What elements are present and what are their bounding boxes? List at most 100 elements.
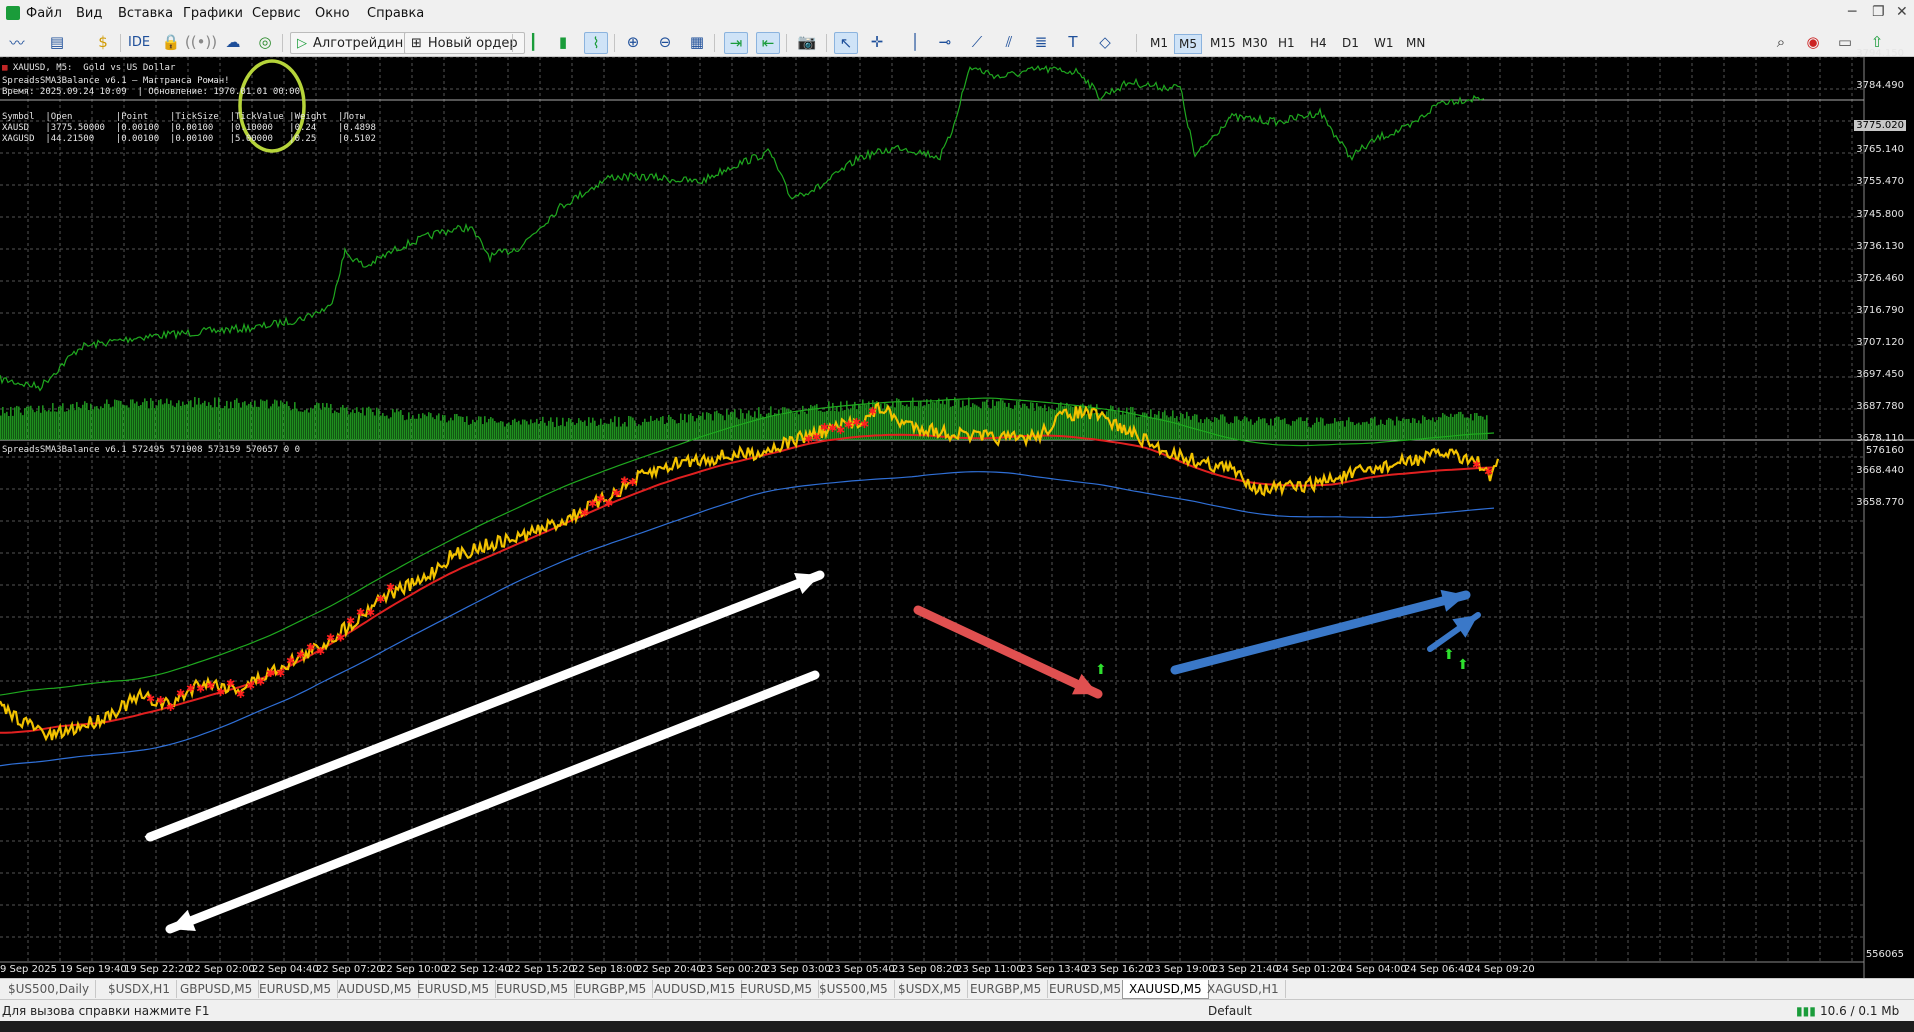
- algotrading-label: Алготрейдинг: [313, 35, 411, 51]
- volume-bar: [1328, 423, 1330, 440]
- tf-d1[interactable]: D1: [1338, 34, 1363, 52]
- chart-tab[interactable]: GBPUSD,M5: [174, 980, 260, 998]
- volume-bar: [1168, 417, 1170, 440]
- volume-bar: [734, 409, 736, 440]
- volume-bar: [84, 401, 86, 440]
- screenshot-icon[interactable]: 📷: [796, 32, 818, 52]
- restore-icon[interactable]: ❐: [1872, 4, 1885, 20]
- volume-bar: [1314, 422, 1316, 440]
- volume-bar: [360, 413, 362, 440]
- lock-icon[interactable]: 🔒: [160, 32, 182, 52]
- volume-bar: [1340, 420, 1342, 440]
- bar-chart-icon[interactable]: ┃: [522, 32, 544, 52]
- market-icon[interactable]: $: [92, 32, 114, 52]
- volume-bar: [424, 414, 426, 440]
- minimize-icon[interactable]: ─: [1848, 4, 1856, 20]
- crosshair-icon[interactable]: ✛: [866, 32, 888, 52]
- chart-tab[interactable]: EURUSD,M5: [490, 980, 576, 998]
- volume-bar: [1152, 417, 1154, 440]
- chart-tab[interactable]: AUDUSD,M5: [332, 980, 419, 998]
- volume-bar: [1370, 418, 1372, 440]
- menu-insert[interactable]: Вставка: [118, 6, 173, 21]
- text-icon[interactable]: T: [1062, 32, 1084, 52]
- chart-tab[interactable]: $USDX,M5: [892, 980, 969, 998]
- chart-tab[interactable]: $US500,M5: [813, 980, 895, 998]
- chart-tab[interactable]: EURGBP,M5: [964, 980, 1049, 998]
- volume-bar: [190, 400, 192, 440]
- new-chart-icon[interactable]: 〰: [6, 32, 28, 52]
- menu-file[interactable]: Файл: [26, 6, 62, 21]
- new-order-button[interactable]: ⊞ Новый ордер: [404, 32, 525, 54]
- shapes-icon[interactable]: ◇: [1094, 32, 1116, 52]
- profile-name[interactable]: Default: [1208, 1004, 1252, 1018]
- volume-bar: [476, 420, 478, 440]
- fibonacci-icon[interactable]: ≣: [1030, 32, 1052, 52]
- trendline-icon[interactable]: ⟋: [966, 32, 988, 52]
- chart-tab[interactable]: $USDX,H1: [102, 980, 177, 998]
- chart-area[interactable]: ✱ ✱ ✱ ✱ ✱ ✱ ✱ ✱ ✱ ✱ ✱ ✱ ✱ ✱ ✱ ✱ ✱ ✱ ✱ ✱ ✱ ✱ ✱ ✱ ✱ ✱ ✱ ✱ ✱ ✱ ✱ ✱ ✱ ✱ ✱ ✱ ✱ ✱ ✱ ✱…: [0, 48, 1914, 1009]
- menu-view[interactable]: Вид: [76, 6, 102, 21]
- algotrading-button[interactable]: ▷ Алготрейдинг: [290, 32, 418, 54]
- zoom-in-icon[interactable]: ⊕: [622, 32, 644, 52]
- signals-icon[interactable]: ((•)): [185, 32, 217, 52]
- chart-tab[interactable]: XAGUSD,H1: [1201, 980, 1286, 998]
- horizontal-line-icon[interactable]: ⊸: [934, 32, 956, 52]
- volume-bar: [134, 403, 136, 440]
- vertical-line-icon[interactable]: │: [904, 32, 926, 52]
- tf-m1[interactable]: M1: [1146, 34, 1172, 52]
- chart-canvas[interactable]: ✱ ✱✱✱ ✱ ✱ ✱✱✱✱✱ ✱✱ ✱✱ ✱✱ ✱✱ ✱✱✱ ✱✱✱✱✱✱✱✱✱✱✱✱✱✱✱✱✱✱…: [0, 57, 1914, 978]
- menu-help[interactable]: Справка: [367, 6, 424, 21]
- grid-icon[interactable]: ▦: [686, 32, 708, 52]
- close-icon[interactable]: ✕: [1896, 4, 1908, 20]
- volume-bar: [574, 424, 576, 440]
- chart-tab[interactable]: EURGBP,M5: [569, 980, 654, 998]
- chart-tab[interactable]: AUDUSD,M15: [648, 980, 743, 998]
- volume-bar: [174, 406, 176, 440]
- tf-m30[interactable]: M30: [1238, 34, 1272, 52]
- volume-bar: [232, 407, 234, 440]
- volume-bar: [1190, 419, 1192, 440]
- zoom-out-icon[interactable]: ⊖: [654, 32, 676, 52]
- tf-m15[interactable]: M15: [1206, 34, 1240, 52]
- tf-h1[interactable]: H1: [1274, 34, 1299, 52]
- volume-bar: [412, 415, 414, 440]
- chart-shift-icon[interactable]: ⇤: [756, 32, 780, 54]
- channel-icon[interactable]: ⫽: [998, 32, 1020, 52]
- chat-icon[interactable]: ▭: [1834, 32, 1856, 52]
- chart-tab[interactable]: XAUUSD,M5: [1122, 980, 1209, 999]
- volume-bar: [132, 399, 134, 440]
- time-label: 23 Sep 11:00: [956, 964, 1023, 975]
- search-icon[interactable]: ⌕: [1770, 32, 1792, 52]
- sell-signal-icon: ✱: [216, 686, 225, 699]
- volume-bar: [200, 404, 202, 440]
- volume-bar: [186, 404, 188, 440]
- menu-window[interactable]: Окно: [315, 6, 350, 21]
- tf-h4[interactable]: H4: [1306, 34, 1331, 52]
- volume-bar: [594, 420, 596, 440]
- volume-bar: [1294, 421, 1296, 440]
- cloud-icon[interactable]: ☁: [222, 32, 244, 52]
- chart-tab[interactable]: $US500,Daily: [2, 980, 97, 998]
- vps-icon[interactable]: ◎: [254, 32, 276, 52]
- chart-tab[interactable]: EURUSD,M5: [1043, 980, 1129, 998]
- chart-tab[interactable]: EURUSD,M5: [734, 980, 820, 998]
- menu-tools[interactable]: Сервис: [252, 6, 301, 21]
- candles-icon[interactable]: ▮: [552, 32, 574, 52]
- line-chart-icon[interactable]: ⌇: [584, 32, 608, 54]
- templates-icon[interactable]: ▤: [46, 32, 68, 52]
- tf-m5[interactable]: M5: [1174, 34, 1202, 54]
- sell-signal-icon: ✱: [296, 648, 305, 661]
- menu-charts[interactable]: Графики: [183, 6, 243, 21]
- volume-bar: [18, 406, 20, 440]
- chart-tab[interactable]: EURUSD,M5: [253, 980, 339, 998]
- chart-tab[interactable]: EURUSD,M5: [411, 980, 497, 998]
- ide-button[interactable]: IDE: [128, 32, 150, 52]
- time-label: 24 Sep 04:00: [1340, 964, 1407, 975]
- volume-bar: [718, 413, 720, 440]
- tf-w1[interactable]: W1: [1370, 34, 1398, 52]
- autoscroll-icon[interactable]: ⇥: [724, 32, 748, 54]
- cursor-icon[interactable]: ↖: [834, 32, 858, 54]
- notifications-icon[interactable]: ◉: [1802, 32, 1824, 52]
- volume-bar: [228, 408, 230, 440]
- tf-mn[interactable]: MN: [1402, 34, 1429, 52]
